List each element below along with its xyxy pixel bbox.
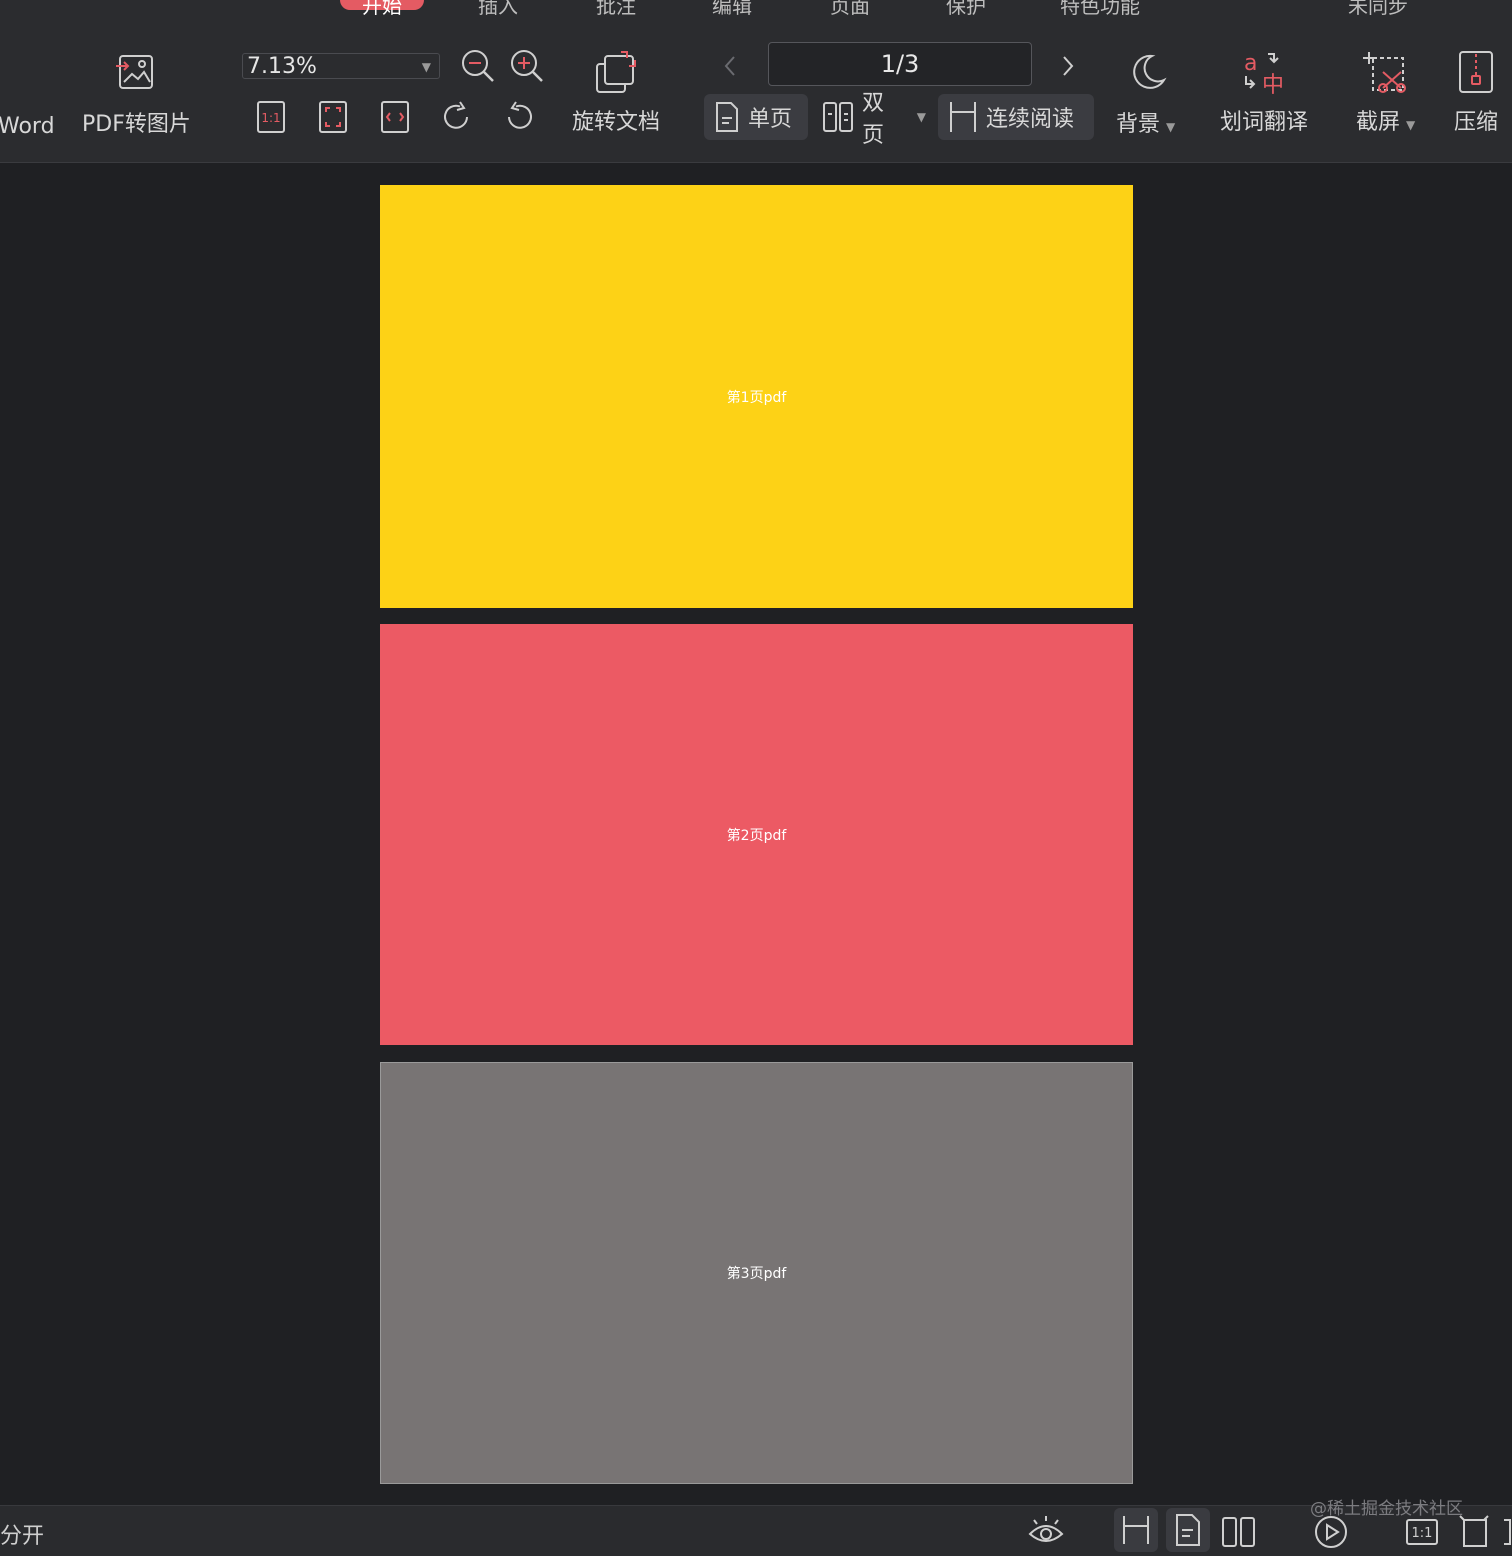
single-page-button[interactable]: 单页 (704, 94, 808, 140)
zoom-out-icon[interactable] (460, 48, 496, 84)
page-3-text: 第3页pdf (726, 1266, 787, 1282)
page-2-text: 第2页pdf (726, 827, 787, 844)
eye-icon[interactable] (1026, 1512, 1066, 1554)
scissors-icon (1361, 50, 1411, 96)
panel-toggle-icon[interactable] (1502, 1512, 1512, 1554)
sync-status[interactable]: 未同步 (1348, 0, 1408, 18)
tab-protect[interactable]: 保护 (946, 0, 986, 18)
continuous-reading-icon (948, 100, 978, 134)
svg-text:1:1: 1:1 (1412, 1526, 1433, 1541)
toolbar: 开始 插入 批注 编辑 页面 保护 特色功能 未同步 转Word PDF转图片 … (0, 0, 1512, 163)
fit-width-icon[interactable] (380, 100, 410, 134)
fit-page-icon[interactable] (318, 100, 348, 134)
moon-icon (1124, 52, 1168, 94)
tab-features[interactable]: 特色功能 (1060, 0, 1140, 18)
page-number-input[interactable]: 1/3 (768, 42, 1032, 86)
chevron-down-icon: ▼ (1166, 120, 1176, 134)
pdf-page-3: 第3页pdf (380, 1062, 1133, 1484)
double-page-label: 双页 (862, 91, 885, 148)
fit-page-icon[interactable] (1456, 1512, 1492, 1554)
single-page-view-icon[interactable] (1166, 1508, 1210, 1552)
tab-start[interactable]: 开始 (340, 0, 424, 18)
tab-annotate[interactable]: 批注 (596, 0, 636, 18)
svg-text:1:1: 1:1 (261, 111, 280, 125)
zoom-select[interactable]: 7.13% ▼ (242, 53, 440, 79)
split-open-button[interactable]: 拆分开 (0, 1518, 44, 1550)
translate-button[interactable]: a 中 划词翻译 (1220, 50, 1308, 136)
rotate-document-button[interactable]: 旋转文档 (572, 50, 660, 136)
zoom-value: 7.13% (247, 54, 317, 79)
svg-text:中: 中 (1262, 73, 1284, 96)
pdf-to-image-button[interactable]: PDF转图片 (82, 52, 191, 138)
double-page-icon (822, 100, 854, 134)
translate-icon: a 中 (1240, 50, 1288, 96)
chevron-down-icon: ▼ (421, 60, 431, 74)
background-button[interactable]: 背景 ▼ (1116, 52, 1175, 138)
background-label: 背景 ▼ (1116, 112, 1176, 137)
chevron-down-icon: ▼ (1406, 118, 1416, 132)
translate-label: 划词翻译 (1220, 110, 1309, 135)
compress-button[interactable]: 压缩 (1454, 50, 1498, 136)
screenshot-label: 截屏 ▼ (1356, 110, 1416, 135)
zip-file-icon (1454, 50, 1498, 96)
single-page-label: 单页 (748, 107, 793, 132)
image-convert-icon (114, 52, 158, 94)
chevron-down-icon: ▼ (916, 110, 926, 124)
pdf-page-2: 第2页pdf (380, 624, 1133, 1045)
continuous-view-icon[interactable] (1114, 1508, 1158, 1552)
to-word-button[interactable]: 转Word (0, 108, 55, 140)
rotate-counterclockwise-icon[interactable] (502, 100, 536, 134)
pdf-page-1: 第1页pdf (380, 185, 1133, 608)
next-page-icon[interactable] (1058, 54, 1078, 78)
page-1-text: 第1页pdf (726, 389, 787, 406)
tab-edit[interactable]: 编辑 (712, 0, 752, 18)
tab-page[interactable]: 页面 (830, 0, 870, 18)
continuous-reading-label: 连续阅读 (986, 107, 1075, 132)
actual-size-icon[interactable]: 1:1 (256, 100, 286, 134)
previous-page-icon[interactable] (720, 54, 740, 78)
double-page-view-icon[interactable] (1220, 1512, 1258, 1554)
actual-size-icon[interactable]: 1:1 (1404, 1512, 1440, 1554)
status-bar: 拆分开 (0, 1505, 1512, 1556)
single-page-icon (714, 100, 740, 134)
compress-label: 压缩 (1454, 110, 1499, 135)
rotate-document-icon (591, 50, 641, 96)
zoom-in-icon[interactable] (509, 48, 545, 84)
double-page-button[interactable]: 双页 ▼ (812, 91, 936, 148)
pdf-to-image-label: PDF转图片 (82, 112, 191, 137)
tab-insert[interactable]: 插入 (478, 0, 518, 18)
continuous-reading-button[interactable]: 连续阅读 (938, 94, 1094, 140)
svg-text:a: a (1244, 51, 1257, 76)
screenshot-button[interactable]: 截屏 ▼ (1356, 50, 1415, 136)
rotate-clockwise-icon[interactable] (440, 100, 474, 134)
play-icon[interactable] (1312, 1512, 1350, 1554)
rotate-document-label: 旋转文档 (572, 110, 661, 135)
